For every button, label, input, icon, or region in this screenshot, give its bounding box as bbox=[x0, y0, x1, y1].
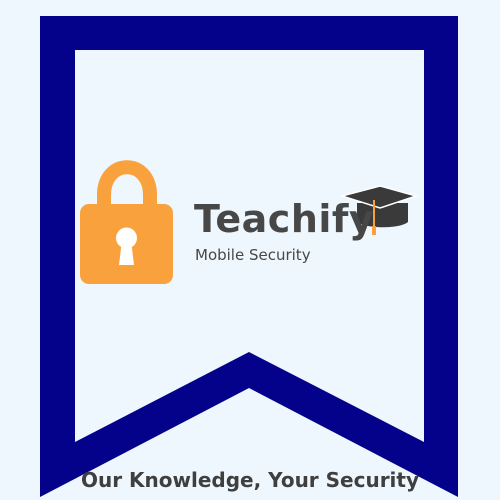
brand-name: Teachify bbox=[194, 197, 375, 241]
brand-subtitle: Mobile Security bbox=[195, 246, 311, 264]
logo-canvas: Teachify Mobile Security Our Knowledge, … bbox=[0, 0, 500, 500]
tagline: Our Knowledge, Your Security bbox=[80, 468, 420, 492]
